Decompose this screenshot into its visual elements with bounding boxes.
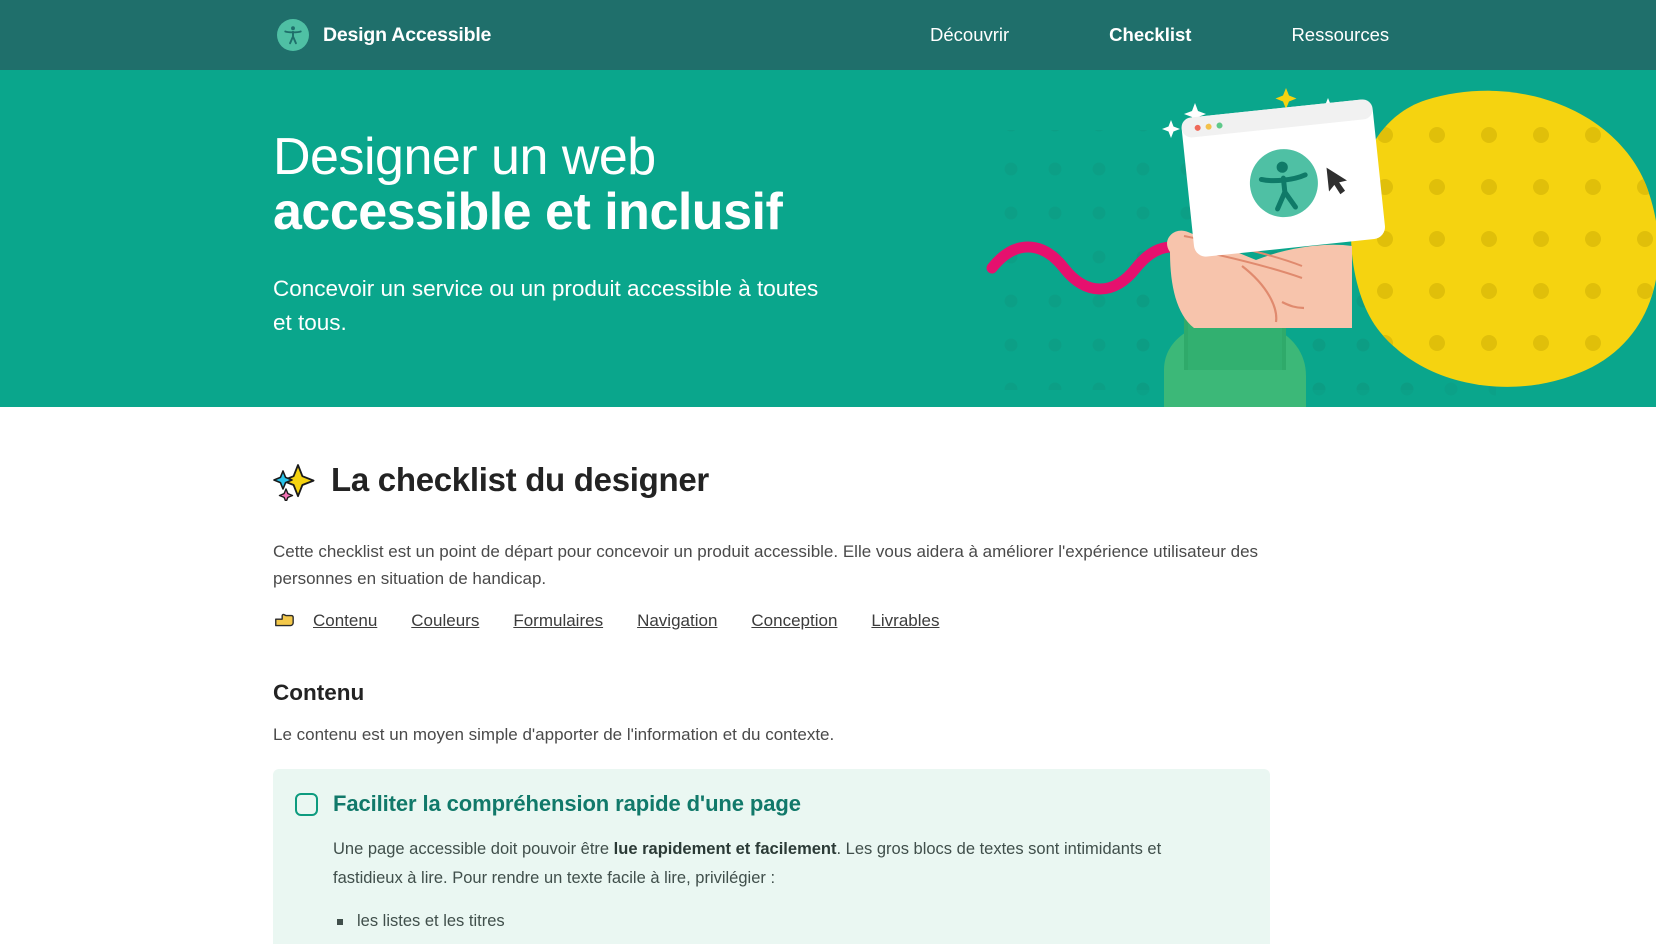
list-item: les listes et les titres xyxy=(333,906,1193,937)
checklist-card-paragraph: Une page accessible doit pouvoir être lu… xyxy=(333,835,1193,892)
anchor-link-conception[interactable]: Conception xyxy=(751,611,837,631)
main-navigation: Découvrir Checklist Ressources xyxy=(880,24,1439,46)
hero-text-block: Designer un web accessible et inclusif C… xyxy=(273,128,913,341)
anchor-link-contenu[interactable]: Contenu xyxy=(313,611,377,631)
checklist-card-title: Faciliter la compréhension rapide d'une … xyxy=(333,791,801,817)
sparkles-icon xyxy=(273,459,315,503)
anchor-link-formulaires[interactable]: Formulaires xyxy=(513,611,603,631)
page-title-text: La checklist du designer xyxy=(331,461,709,498)
list-item: les phrases courtes. xyxy=(333,937,1193,944)
brand-name: Design Accessible xyxy=(323,23,492,46)
hero-title-line2: accessible et inclusif xyxy=(273,183,783,242)
paragraph-part-1: Une page accessible doit pouvoir être xyxy=(333,840,614,859)
accessibility-person-icon xyxy=(277,19,309,51)
hero-section: Designer un web accessible et inclusif C… xyxy=(0,70,1656,407)
paragraph-bold: lue rapidement et facilement xyxy=(613,840,837,859)
checklist-card-body: Une page accessible doit pouvoir être lu… xyxy=(333,835,1193,944)
hero-title-line1: Designer un web xyxy=(273,128,656,186)
anchor-links-row: Contenu Couleurs Formulaires Navigation … xyxy=(273,610,1656,632)
main-content: La checklist du designer Cette checklist… xyxy=(0,407,1656,944)
nav-link-ressources[interactable]: Ressources xyxy=(1241,24,1439,46)
section-description-contenu: Le contenu est un moyen simple d'apporte… xyxy=(273,724,835,744)
intro-paragraph: Cette checklist est un point de départ p… xyxy=(273,542,1259,588)
brand-logo-link[interactable]: Design Accessible xyxy=(277,19,491,51)
checklist-card: Faciliter la compréhension rapide d'une … xyxy=(273,769,1270,944)
pointing-hand-icon xyxy=(273,610,295,632)
section-heading-contenu: Contenu xyxy=(273,679,365,705)
nav-link-decouvrir[interactable]: Découvrir xyxy=(880,24,1059,46)
hero-title: Designer un web accessible et inclusif xyxy=(273,128,913,242)
checklist-checkbox[interactable] xyxy=(295,792,318,816)
hero-subtitle: Concevoir un service ou un produit acces… xyxy=(273,276,819,336)
nav-link-checklist[interactable]: Checklist xyxy=(1059,24,1241,46)
page-title: La checklist du designer xyxy=(273,459,1656,503)
checklist-card-header: Faciliter la compréhension rapide d'une … xyxy=(295,791,1240,817)
anchor-link-livrables[interactable]: Livrables xyxy=(871,611,939,631)
anchor-link-couleurs[interactable]: Couleurs xyxy=(411,611,479,631)
site-header: Design Accessible Découvrir Checklist Re… xyxy=(0,0,1656,70)
hero-illustration xyxy=(956,70,1656,407)
anchor-link-navigation[interactable]: Navigation xyxy=(637,611,717,631)
checklist-card-list: les listes et les titres les phrases cou… xyxy=(333,906,1193,944)
